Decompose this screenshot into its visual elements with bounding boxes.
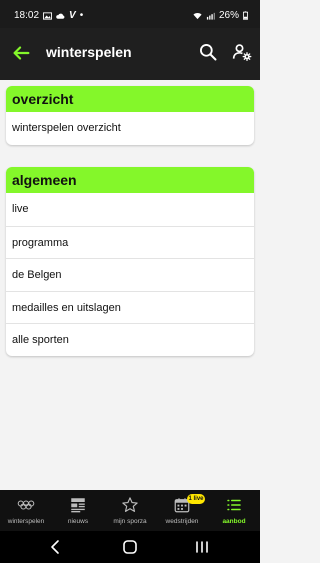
nav-item-aanbod[interactable]: aanbod (208, 490, 260, 531)
olympic-rings-icon (17, 500, 35, 510)
menu-item-winterspelen-overzicht[interactable]: winterspelen overzicht (6, 112, 254, 145)
page-title: winterspelen (46, 44, 132, 60)
status-time: 18:02 (14, 10, 40, 21)
status-app-letter: V (69, 10, 76, 21)
menu-item-de-belgen[interactable]: de Belgen (6, 258, 254, 291)
status-dot: • (79, 10, 84, 21)
live-badge: 1 live (187, 494, 205, 504)
system-back-icon[interactable] (48, 539, 64, 555)
section-overzicht: overzicht winterspelen overzicht (6, 86, 254, 145)
nav-label-aanbod: aanbod (222, 518, 246, 525)
section-header-algemeen: algemeen (6, 167, 254, 193)
back-arrow-icon[interactable] (10, 42, 32, 64)
nav-label-mijn-sporza: mijn sporza (113, 518, 147, 525)
gallery-notification-icon (43, 11, 53, 20)
section-algemeen: algemeen live programma de Belgen medail… (6, 167, 254, 356)
menu-item-programma[interactable]: programma (6, 225, 254, 259)
wifi-icon (193, 12, 202, 19)
menu-item-alle-sporten[interactable]: alle sporten (6, 323, 254, 356)
status-bar: 18:02 V • 26% (0, 0, 260, 28)
system-home-icon[interactable] (122, 539, 138, 555)
nav-label-wedstrijden: wedstrijden (165, 518, 199, 525)
menu-item-live[interactable]: live (6, 193, 254, 226)
system-nav-bar (0, 531, 260, 563)
news-icon (71, 498, 85, 513)
nav-item-mijn-sporza[interactable]: mijn sporza (104, 490, 156, 531)
battery-icon (243, 11, 248, 20)
app-bar: winterspelen (0, 28, 260, 80)
menu-item-medailles-en-uitslagen[interactable]: medailles en uitslagen (6, 290, 254, 324)
nav-label-winterspelen: winterspelen (7, 518, 45, 525)
bottom-nav: winterspelen nieuws mijn sporza wedstrij… (0, 490, 260, 531)
signal-icon (206, 12, 215, 20)
search-icon[interactable] (198, 42, 218, 62)
profile-settings-icon[interactable] (232, 42, 252, 62)
list-icon (227, 499, 241, 511)
cloud-notification-icon (56, 13, 65, 19)
nav-label-nieuws: nieuws (67, 518, 89, 525)
nav-item-winterspelen[interactable]: winterspelen (0, 490, 52, 531)
battery-text: 26% (218, 10, 239, 21)
system-recents-icon[interactable] (194, 539, 210, 555)
nav-item-nieuws[interactable]: nieuws (52, 490, 104, 531)
section-header-overzicht: overzicht (6, 86, 254, 112)
star-icon (122, 497, 138, 512)
